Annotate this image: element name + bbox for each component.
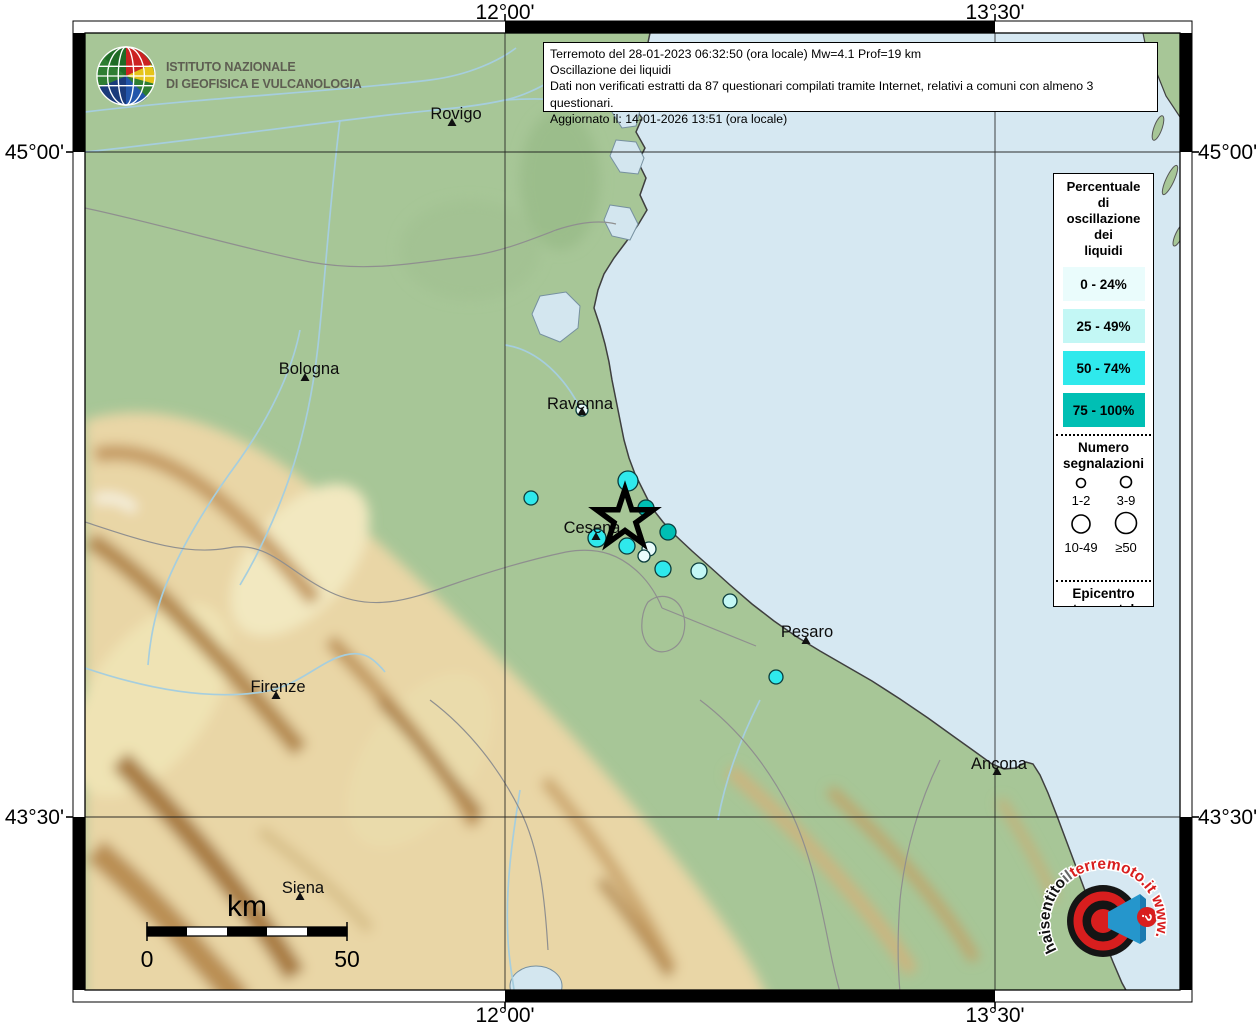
scale-bar-start: 0 — [141, 946, 154, 972]
legend-count-10-49: 10-49 — [1064, 540, 1097, 555]
legend-swatch-0-24: 0 - 24% — [1063, 267, 1145, 301]
legend-swatch-75-100: 75 - 100% — [1063, 393, 1145, 427]
city-label: Ravenna — [547, 395, 614, 413]
ingv-logo-text: ISTITUTO NAZIONALE DI GEOFISICA E VULCAN… — [166, 59, 362, 93]
legend-count-50: ≥50 — [1115, 540, 1137, 555]
report-dot — [618, 471, 638, 491]
legend-divider — [1056, 434, 1151, 436]
city-label: Firenze — [250, 678, 305, 696]
legend-swatch-25-49: 25 - 49% — [1063, 309, 1145, 343]
report-dot — [638, 550, 650, 562]
legend-divider-2 — [1056, 580, 1151, 582]
ingv-logo: ISTITUTO NAZIONALE DI GEOFISICA E VULCAN… — [95, 45, 362, 107]
city-label: Pesaro — [781, 623, 833, 641]
legend-swatch-50-74: 50 - 74% — [1063, 351, 1145, 385]
ingv-map-page: { "header": { "text": "Terremoto del 28-… — [0, 0, 1256, 1024]
scale-bar-end: 50 — [334, 946, 360, 972]
legend-count-title: Numero segnalazioni — [1054, 440, 1153, 472]
ingv-globe-icon — [95, 45, 157, 107]
legend-epicenter-title: Epicentro strumentale — [1054, 586, 1153, 607]
city-label: Rovigo — [430, 105, 481, 123]
city-label: Siena — [282, 879, 325, 897]
city-label: Bologna — [279, 360, 340, 378]
legend-count-symbols: 1-2 3-9 10-49 ≥50 — [1055, 472, 1152, 568]
report-dot — [723, 594, 737, 608]
report-dot — [619, 538, 635, 554]
report-dot — [769, 670, 783, 684]
city-label: Ancona — [971, 755, 1028, 773]
report-dot — [660, 524, 676, 540]
report-dot — [524, 491, 538, 505]
report-dot — [691, 563, 707, 579]
event-info-box: Terremoto del 28-01-2023 06:32:50 (ora l… — [543, 42, 1158, 112]
legend-count-1-2: 1-2 — [1072, 493, 1091, 508]
legend-panel: Percentuale di oscillazione dei liquidi … — [1053, 173, 1154, 607]
legend-pct-title: Percentuale di oscillazione dei liquidi — [1054, 179, 1153, 259]
legend-count-3-9: 3-9 — [1117, 493, 1136, 508]
scale-bar-unit: km — [227, 890, 267, 923]
report-dot — [655, 561, 671, 577]
